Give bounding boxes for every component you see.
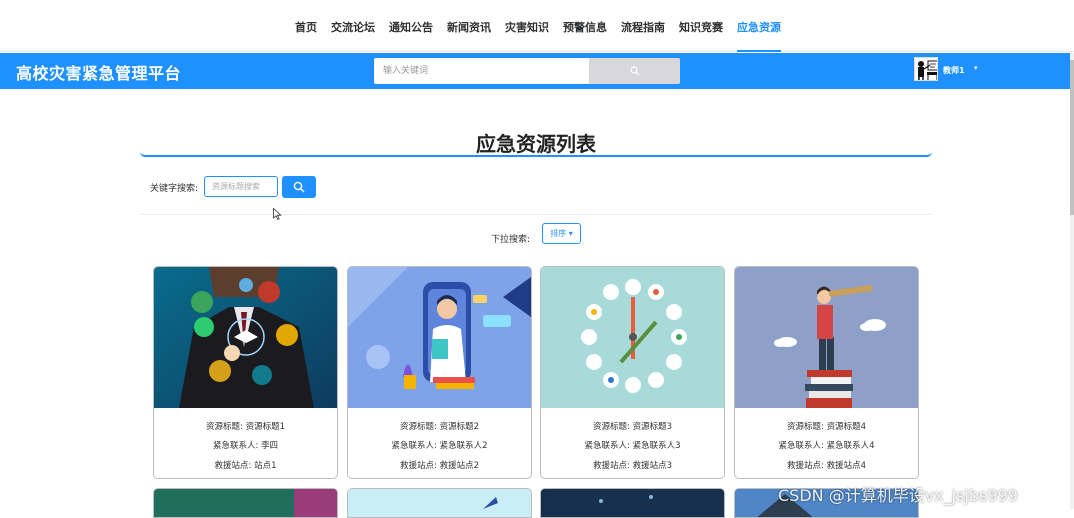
card-contact-row: 紧急联系人: 紧急联系人3 xyxy=(584,441,681,451)
card-station-row: 救援站点: 救援站点4 xyxy=(787,461,866,471)
chevron-down-icon[interactable]: ▾ xyxy=(974,64,978,72)
page-scrollbar-thumb[interactable] xyxy=(1070,60,1074,215)
user-name[interactable]: 教师1 xyxy=(943,65,965,76)
card-title-row: 资源标题: 资源标题1 xyxy=(206,422,285,432)
business-tech-illustration xyxy=(154,267,337,408)
resource-card[interactable]: 资源标题: 资源标题1 紧急联系人: 李四 救援站点: 站点1 xyxy=(153,266,338,479)
resource-image xyxy=(348,489,531,517)
card-title-row: 资源标题: 资源标题2 xyxy=(400,422,479,432)
telescope-on-books-illustration xyxy=(735,267,918,408)
resource-image xyxy=(154,267,337,408)
online-teacher-illustration xyxy=(348,267,531,408)
card-contact-row: 紧急联系人: 紧急联系人4 xyxy=(778,441,875,451)
keyword-search-label: 关键字搜索: xyxy=(150,184,199,194)
card-station-row: 救援站点: 救援站点2 xyxy=(400,461,479,471)
card-title-row: 资源标题: 资源标题3 xyxy=(593,422,672,432)
resource-image xyxy=(541,489,724,517)
nav-item-home[interactable]: 首页 xyxy=(288,0,324,52)
nav-item-forum[interactable]: 交流论坛 xyxy=(324,0,382,52)
card-title-row: 资源标题: 资源标题4 xyxy=(787,422,866,432)
nav-item-emergency-resources[interactable]: 应急资源 xyxy=(730,0,788,52)
resource-card[interactable]: 资源标题: 资源标题3 紧急联系人: 紧急联系人3 救援站点: 救援站点3 xyxy=(540,266,725,479)
card-contact-row: 紧急联系人: 紧急联系人2 xyxy=(391,441,488,451)
resource-image xyxy=(735,267,918,408)
card-contact-row: 紧急联系人: 李四 xyxy=(212,441,279,451)
global-search-input[interactable] xyxy=(374,58,589,84)
filter-divider xyxy=(140,214,932,215)
nav-item-news[interactable]: 新闻资讯 xyxy=(440,0,498,52)
resource-card-partial[interactable] xyxy=(540,488,725,518)
resource-card[interactable]: 资源标题: 资源标题4 紧急联系人: 紧急联系人4 救援站点: 救援站点4 xyxy=(734,266,919,479)
resource-image xyxy=(154,489,337,517)
nav-item-process-guide[interactable]: 流程指南 xyxy=(614,0,672,52)
dropdown-search-label: 下拉搜索: xyxy=(491,235,531,245)
top-navigation: 首页 交流论坛 通知公告 新闻资讯 灾害知识 预警信息 流程指南 知识竞赛 应急… xyxy=(0,0,1074,52)
nav-item-disaster-knowledge[interactable]: 灾害知识 xyxy=(498,0,556,52)
card-station-row: 救援站点: 救援站点3 xyxy=(593,461,672,471)
search-icon xyxy=(630,66,640,76)
resource-image xyxy=(541,267,724,408)
nav-menu: 首页 交流论坛 通知公告 新闻资讯 灾害知识 预警信息 流程指南 知识竞赛 应急… xyxy=(288,0,788,52)
resource-card-partial[interactable] xyxy=(153,488,338,518)
resource-image xyxy=(348,267,531,408)
nav-item-notice[interactable]: 通知公告 xyxy=(382,0,440,52)
nav-item-quiz[interactable]: 知识竞赛 xyxy=(672,0,730,52)
resource-card-partial[interactable] xyxy=(347,488,532,518)
search-icon xyxy=(293,181,305,193)
sort-dropdown-button[interactable]: 排序 ▾ xyxy=(542,223,581,244)
mouse-cursor-icon xyxy=(273,208,282,220)
title-underline xyxy=(140,152,932,157)
nav-item-warning[interactable]: 预警信息 xyxy=(556,0,614,52)
education-icons-illustration xyxy=(541,267,724,408)
header-bar: 高校灾害紧急管理平台 教师1 ▾ xyxy=(0,53,1074,89)
card-station-row: 救援站点: 站点1 xyxy=(214,461,277,471)
resource-card[interactable]: 资源标题: 资源标题2 紧急联系人: 紧急联系人2 救援站点: 救援站点2 xyxy=(347,266,532,479)
teacher-avatar-icon xyxy=(915,58,937,80)
keyword-search-input[interactable] xyxy=(204,176,278,197)
brand-title: 高校灾害紧急管理平台 xyxy=(16,64,182,83)
user-avatar[interactable] xyxy=(914,57,938,81)
global-search-button[interactable] xyxy=(589,58,680,84)
csdn-watermark: CSDN @计算机毕设vx_jsjbs999 xyxy=(778,486,1018,505)
keyword-search-button[interactable] xyxy=(282,176,316,198)
